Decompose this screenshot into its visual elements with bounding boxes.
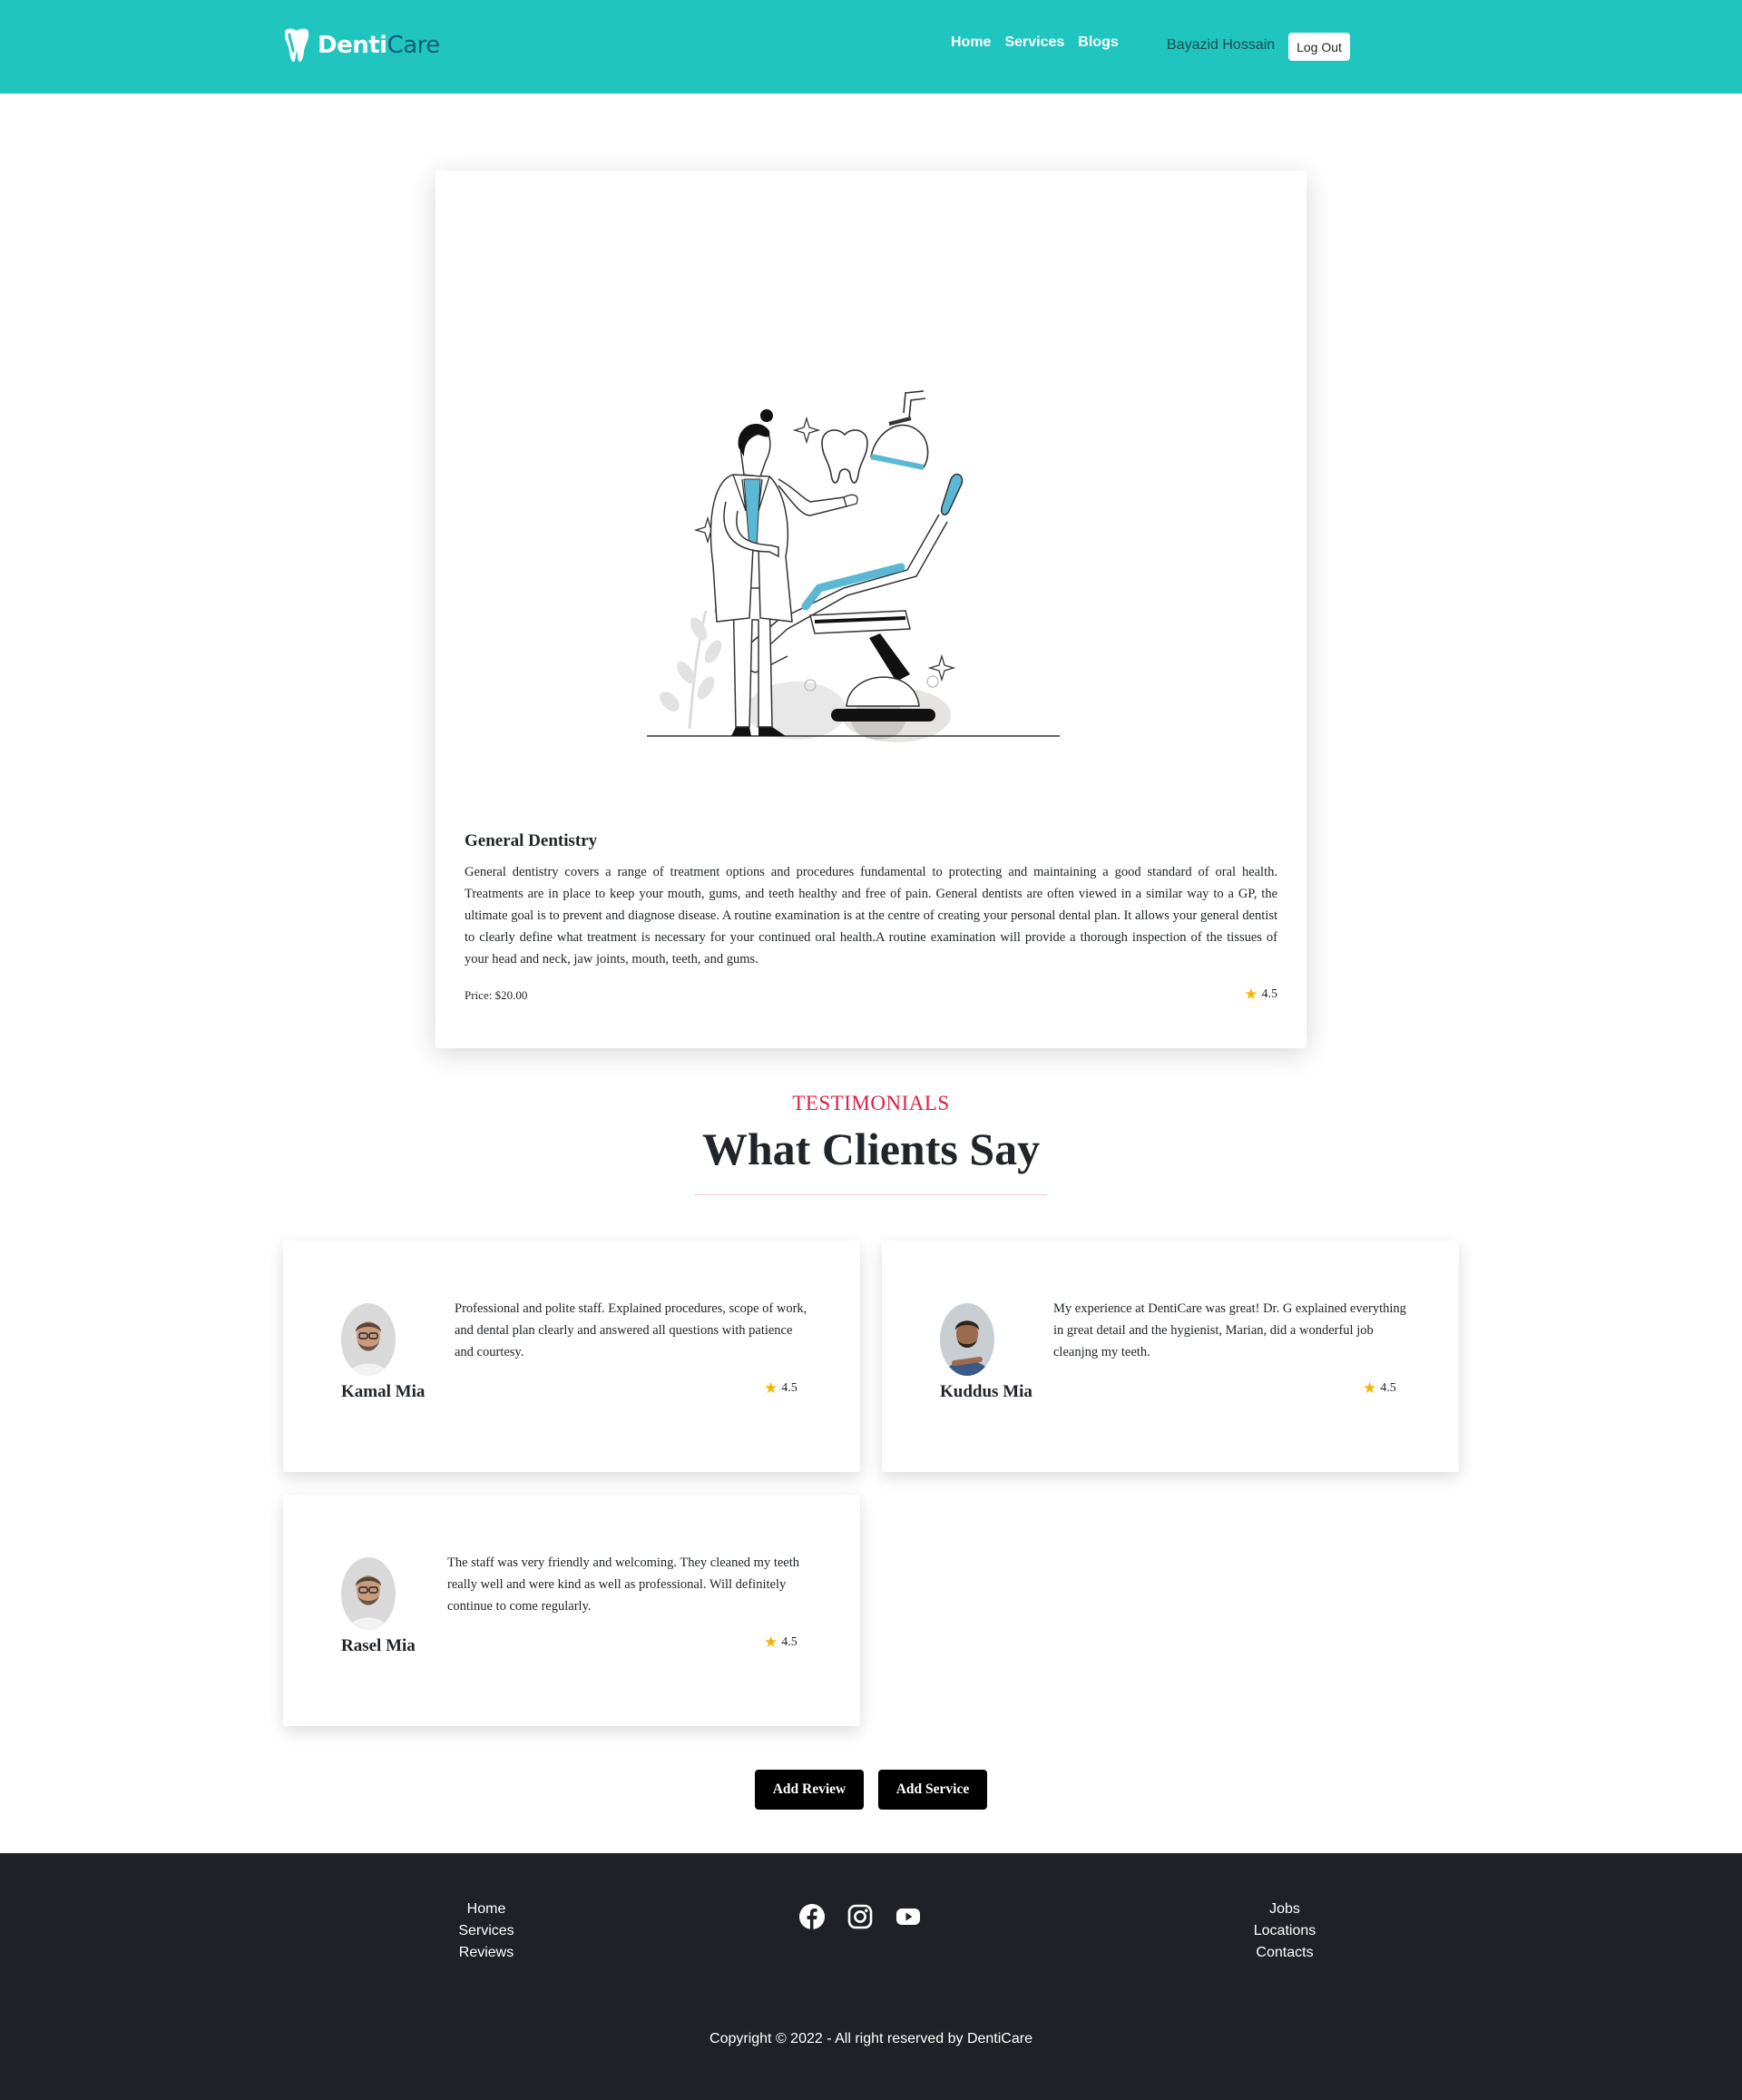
review-rating: ★ 4.5	[764, 1634, 798, 1650]
testimonials-tag: TESTIMONIALS	[792, 1092, 950, 1114]
tooth-logo-icon	[284, 28, 309, 63]
footer-link-locations[interactable]: Locations	[1194, 1920, 1375, 1942]
review-rating: ★ 4.5	[764, 1380, 798, 1396]
reviewer-avatar	[940, 1303, 994, 1376]
add-review-button[interactable]: Add Review	[755, 1770, 864, 1810]
section-divider	[695, 1194, 1047, 1195]
facebook-icon[interactable]	[798, 1903, 826, 1930]
testimonials-heading: What Clients Say	[701, 1124, 1041, 1174]
footer: Home Services Reviews Jobs Locations Con…	[0, 1853, 1742, 2100]
dentist-illustration	[647, 390, 1060, 742]
footer-link-home[interactable]: Home	[396, 1899, 577, 1920]
star-icon: ★	[1244, 986, 1258, 1003]
logout-button[interactable]: Log Out	[1288, 33, 1350, 61]
add-service-button[interactable]: Add Service	[878, 1770, 987, 1810]
service-rating-value: 4.5	[1261, 986, 1278, 1001]
review-rating: ★ 4.5	[1363, 1380, 1396, 1396]
nav-link-home[interactable]: Home	[951, 34, 991, 51]
star-icon: ★	[764, 1634, 778, 1651]
star-icon: ★	[764, 1379, 778, 1397]
review-rating-value: 4.5	[1380, 1380, 1396, 1395]
nav-link-blogs[interactable]: Blogs	[1078, 34, 1118, 51]
reviewer-name: Kamal Mia	[341, 1382, 426, 1401]
brand-name: DentiCare	[318, 32, 440, 59]
reviewer-avatar	[341, 1303, 396, 1376]
review-text: Professional and polite staff. Explained…	[455, 1301, 807, 1359]
footer-link-jobs[interactable]: Jobs	[1194, 1899, 1375, 1920]
review-card: Rasel Mia The staff was very friendly an…	[283, 1495, 860, 1726]
review-rating-value: 4.5	[781, 1634, 798, 1649]
user-name: Bayazid Hossain	[1167, 37, 1276, 53]
nav-link-services[interactable]: Services	[1004, 34, 1064, 51]
review-text: The staff was very friendly and welcomin…	[447, 1555, 800, 1614]
reviewer-name: Kuddus Mia	[940, 1382, 1032, 1401]
reviewer-name: Rasel Mia	[341, 1636, 416, 1655]
footer-links-left: Home Services Reviews	[396, 1899, 577, 1964]
service-price: Price: $20.00	[465, 988, 528, 1002]
navbar: DentiCare Home Services Blogs Bayazid Ho…	[0, 0, 1742, 93]
service-rating: ★ 4.5	[1244, 986, 1277, 1002]
footer-link-reviews[interactable]: Reviews	[396, 1942, 577, 1964]
review-card: Kamal Mia Professional and polite staff.…	[283, 1241, 860, 1472]
youtube-icon[interactable]	[895, 1903, 922, 1930]
service-title: General Dentistry	[465, 831, 598, 850]
instagram-icon[interactable]	[847, 1903, 874, 1930]
service-card: General Dentistry General dentistry cove…	[436, 171, 1306, 1048]
service-description: General dentistry covers a range of trea…	[465, 865, 1277, 967]
nav-links: Home Services Blogs	[951, 34, 1119, 51]
review-text: My experience at DentiCare was great! Dr…	[1053, 1301, 1406, 1359]
review-rating-value: 4.5	[781, 1380, 798, 1395]
social-links	[798, 1903, 922, 1930]
review-card: Kuddus Mia My experience at DentiCare wa…	[882, 1241, 1459, 1472]
reviewer-avatar	[341, 1557, 396, 1630]
footer-link-contacts[interactable]: Contacts	[1194, 1942, 1375, 1964]
star-icon: ★	[1363, 1379, 1377, 1397]
footer-links-right: Jobs Locations Contacts	[1194, 1899, 1375, 1964]
footer-link-services[interactable]: Services	[396, 1920, 577, 1942]
copyright-text: Copyright © 2022 - All right reserved by…	[710, 2031, 1032, 2046]
brand-logo[interactable]: DentiCare	[281, 27, 440, 64]
